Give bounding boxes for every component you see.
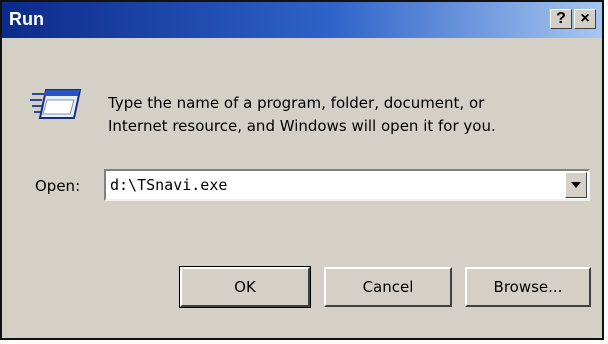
title-bar[interactable]: Run ? × <box>2 2 602 38</box>
chevron-down-icon <box>571 182 581 188</box>
open-label: Open: <box>35 177 81 195</box>
instructions-line-1: Type the name of a program, folder, docu… <box>108 94 485 112</box>
browse-button[interactable]: Browse... <box>465 267 591 307</box>
help-button[interactable]: ? <box>550 9 572 29</box>
instructions-text: Type the name of a program, folder, docu… <box>108 92 588 138</box>
open-combobox[interactable]: d:\TSnavi.exe <box>104 169 590 201</box>
close-button[interactable]: × <box>574 9 596 29</box>
ok-button[interactable]: OK <box>179 266 311 308</box>
instructions-line-2: Internet resource, and Windows will open… <box>108 117 496 135</box>
run-dialog: Run ? × Type the name of a program, fold… <box>0 0 604 340</box>
cancel-button[interactable]: Cancel <box>324 267 452 307</box>
window-title: Run <box>9 9 44 29</box>
dropdown-button[interactable] <box>565 172 587 198</box>
run-program-icon <box>30 82 82 126</box>
open-input[interactable]: d:\TSnavi.exe <box>110 174 227 196</box>
